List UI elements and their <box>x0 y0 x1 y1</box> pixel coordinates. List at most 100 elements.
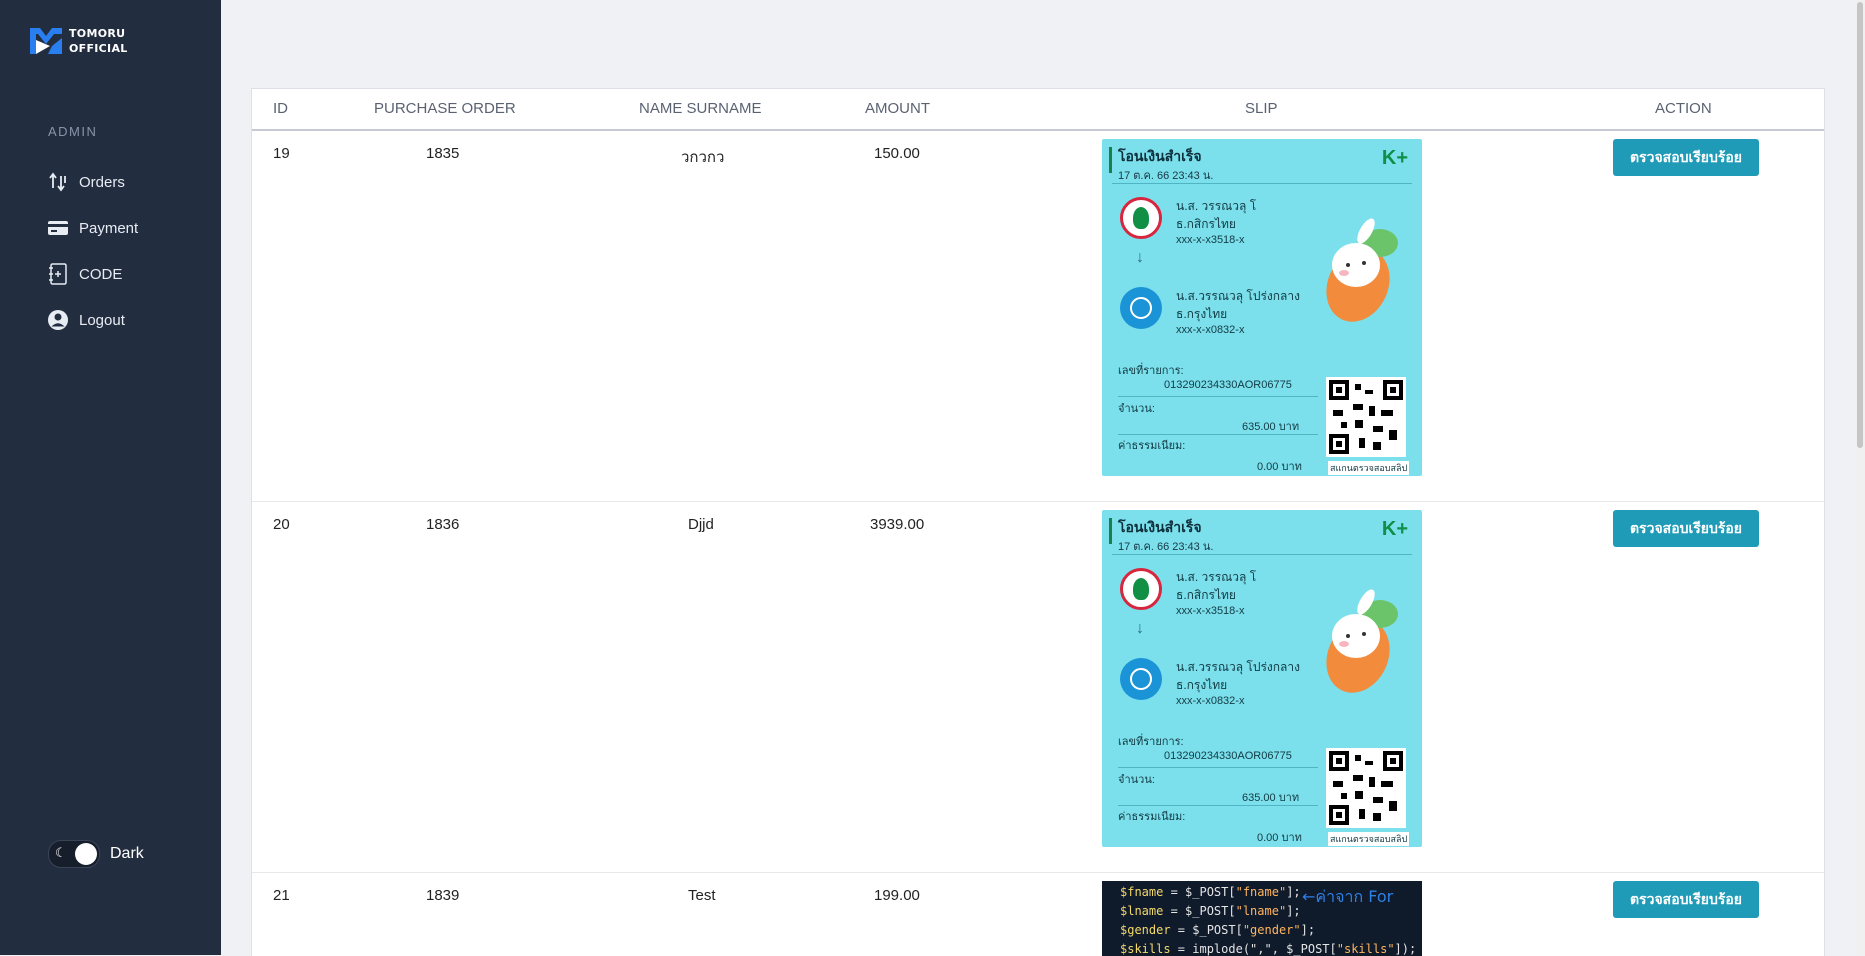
cell-id: 21 <box>273 887 290 904</box>
brand-line1: TOMORU <box>69 27 126 40</box>
cell-name: Djjd <box>688 516 714 533</box>
header-amount: AMOUNT <box>865 100 930 117</box>
qr-label: สแกนตรวจสอบสลิป <box>1328 832 1410 846</box>
credit-card-icon <box>47 217 69 239</box>
section-label-admin: ADMIN <box>48 124 98 139</box>
cell-amount: 3939.00 <box>870 516 925 533</box>
fee-label: ค่าธรรมเนียม: <box>1118 440 1186 452</box>
user-circle-icon <box>47 309 69 331</box>
kasikorn-bank-icon <box>1120 568 1162 610</box>
kplus-logo-icon: K+ <box>1381 147 1408 169</box>
header-id: ID <box>273 100 288 117</box>
sidebar-item-label: Logout <box>79 311 125 329</box>
code-page-icon <box>47 263 69 285</box>
cell-purchase-order: 1835 <box>426 145 460 162</box>
header-name-surname: NAME SURNAME <box>639 100 762 117</box>
qr-label: สแกนตรวจสอบสลิป <box>1328 461 1410 475</box>
sidebar: TOMORU OFFICIAL ADMIN Orders Payment COD… <box>0 0 221 955</box>
sender-account: xxx-x-x3518-x <box>1176 605 1245 617</box>
cell-id: 20 <box>273 516 290 533</box>
brand-logo[interactable]: TOMORU OFFICIAL <box>28 24 128 58</box>
table-header: ID PURCHASE ORDER NAME SURNAME AMOUNT SL… <box>252 89 1824 131</box>
verify-button[interactable]: ตรวจสอบเรียบร้อย <box>1613 139 1759 176</box>
fee-label: ค่าธรรมเนียม: <box>1118 811 1186 823</box>
fee-value: 0.00 บาท <box>1257 832 1302 844</box>
sidebar-item-payment[interactable]: Payment <box>47 213 217 243</box>
slip-title: โอนเงินสำเร็จ <box>1118 519 1202 535</box>
qr-code-icon <box>1326 377 1406 457</box>
ref-value: 013290234330AOR06775 <box>1164 750 1292 762</box>
bunny-sticker-icon <box>1326 589 1398 693</box>
moon-icon: ☾ <box>55 845 67 860</box>
kplus-logo-icon: K+ <box>1381 518 1408 540</box>
amount-value: 635.00 บาท <box>1242 792 1300 804</box>
sort-arrows-icon <box>47 171 69 193</box>
sidebar-item-code[interactable]: CODE <box>47 259 217 289</box>
receiver-account: xxx-x-x0832-x <box>1176 324 1245 336</box>
table-row: 19 1835 วกวกว 150.00 โอนเงินสำเร็จ 17 ต.… <box>252 131 1824 502</box>
krungthai-bank-icon <box>1120 287 1162 329</box>
cell-name: วกวกว <box>681 149 725 166</box>
brand-line2: OFFICIAL <box>69 42 128 55</box>
arrow-down-icon: ↓ <box>1136 620 1144 637</box>
sender-name: น.ส. วรรณวลุ โ <box>1176 570 1257 584</box>
cell-id: 19 <box>273 145 290 162</box>
slip-image[interactable]: โอนเงินสำเร็จ 17 ต.ค. 66 23:43 น. K+ น.ส… <box>1102 139 1422 476</box>
sender-bank: ธ.กสิกรไทย <box>1176 588 1236 602</box>
slip-date: 17 ต.ค. 66 23:43 น. <box>1118 541 1214 553</box>
amount-label: จำนวน: <box>1118 403 1155 415</box>
dark-mode-switch[interactable]: ☾ <box>48 840 100 868</box>
page-scrollbar[interactable] <box>1855 0 1865 955</box>
orders-table: ID PURCHASE ORDER NAME SURNAME AMOUNT SL… <box>251 88 1825 956</box>
receiver-name: น.ส.วรรณวลุ โปร่งกลาง <box>1176 289 1300 303</box>
ref-label: เลขที่รายการ: <box>1118 365 1184 377</box>
sidebar-item-label: CODE <box>79 265 123 283</box>
sender-name: น.ส. วรรณวลุ โ <box>1176 199 1257 213</box>
scrollbar-thumb[interactable] <box>1857 2 1863 448</box>
arrow-down-icon: ↓ <box>1136 249 1144 266</box>
theme-toggle[interactable]: ☾ Dark <box>48 840 144 868</box>
fee-value: 0.00 บาท <box>1257 461 1302 473</box>
handwritten-annotation: ←ค่าจาก For <box>1302 887 1394 906</box>
qr-code-icon <box>1326 748 1406 828</box>
slip-title: โอนเงินสำเร็จ <box>1118 148 1202 164</box>
ref-label: เลขที่รายการ: <box>1118 736 1184 748</box>
table-row: 21 1839 Test 199.00 $fname = $_POST["fna… <box>252 873 1824 956</box>
receiver-account: xxx-x-x0832-x <box>1176 695 1245 707</box>
cell-amount: 199.00 <box>874 887 920 904</box>
cell-name: Test <box>688 887 716 904</box>
sidebar-item-label: Payment <box>79 219 139 237</box>
code-line: $gender = $_POST["gender"]; <box>1120 923 1316 937</box>
receiver-bank: ธ.กรุงไทย <box>1176 307 1228 321</box>
bunny-sticker-icon <box>1326 218 1398 322</box>
sender-bank: ธ.กสิกรไทย <box>1176 217 1236 231</box>
code-line: $lname = $_POST["lname"]; <box>1120 904 1301 918</box>
sidebar-item-orders[interactable]: Orders <box>47 167 217 197</box>
header-slip: SLIP <box>1245 100 1278 117</box>
sender-account: xxx-x-x3518-x <box>1176 234 1245 246</box>
switch-knob <box>75 843 97 865</box>
amount-label: จำนวน: <box>1118 774 1155 786</box>
header-action: ACTION <box>1655 100 1712 117</box>
kasikorn-bank-icon <box>1120 197 1162 239</box>
receiver-bank: ธ.กรุงไทย <box>1176 678 1228 692</box>
receiver-name: น.ส.วรรณวลุ โปร่งกลาง <box>1176 660 1300 674</box>
krungthai-bank-icon <box>1120 658 1162 700</box>
slip-image-code[interactable]: $fname = $_POST["fname"]; $lname = $_POS… <box>1102 881 1422 956</box>
slip-image[interactable]: โอนเงินสำเร็จ 17 ต.ค. 66 23:43 น. K+ น.ส… <box>1102 510 1422 847</box>
table-row: 20 1836 Djjd 3939.00 โอนเงินสำเร็จ 17 ต.… <box>252 502 1824 873</box>
code-line: $fname = $_POST["fname"]; <box>1120 885 1301 899</box>
theme-toggle-label: Dark <box>110 845 144 862</box>
verify-button[interactable]: ตรวจสอบเรียบร้อย <box>1613 510 1759 547</box>
verify-button[interactable]: ตรวจสอบเรียบร้อย <box>1613 881 1759 918</box>
code-line: $skills = implode(",", $_POST["skills"])… <box>1120 942 1417 956</box>
sidebar-item-label: Orders <box>79 173 125 191</box>
cell-purchase-order: 1836 <box>426 516 460 533</box>
sidebar-item-logout[interactable]: Logout <box>47 305 217 335</box>
cell-amount: 150.00 <box>874 145 920 162</box>
slip-date: 17 ต.ค. 66 23:43 น. <box>1118 170 1214 182</box>
logo-icon <box>30 28 62 54</box>
cell-purchase-order: 1839 <box>426 887 460 904</box>
amount-value: 635.00 บาท <box>1242 421 1300 433</box>
ref-value: 013290234330AOR06775 <box>1164 379 1292 391</box>
